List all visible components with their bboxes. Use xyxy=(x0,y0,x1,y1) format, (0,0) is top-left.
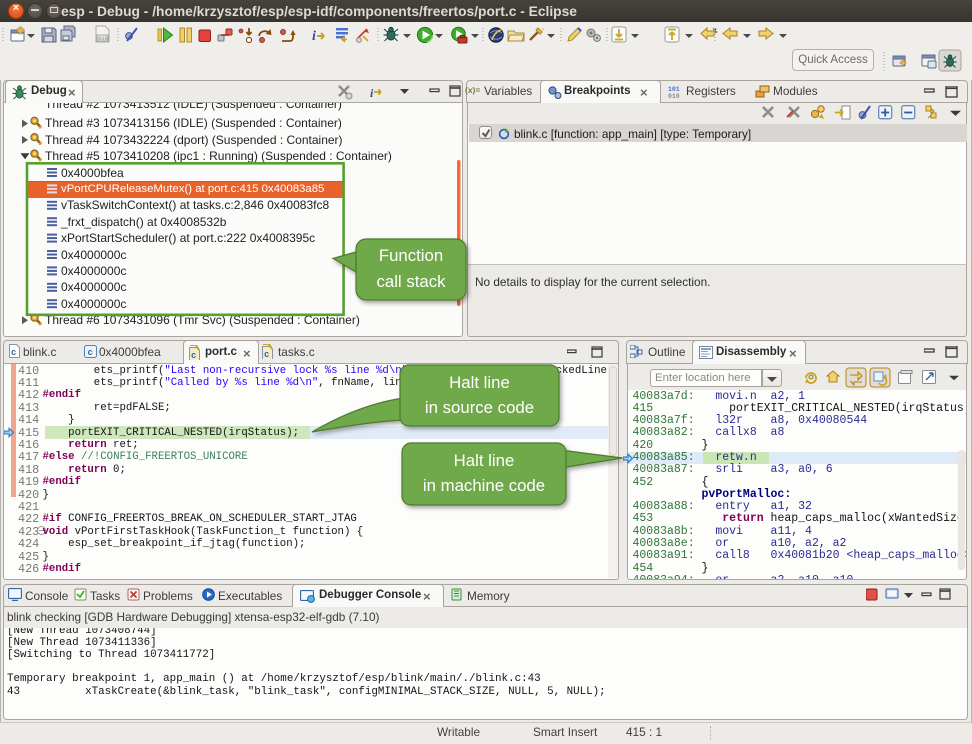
svg-text:c: c xyxy=(88,348,93,358)
svg-text:i: i xyxy=(312,29,316,44)
svg-text:c: c xyxy=(191,351,196,360)
svg-text:101: 101 xyxy=(668,86,680,93)
svg-text:010: 010 xyxy=(98,35,108,42)
svg-text:c: c xyxy=(264,350,269,359)
svg-text:i: i xyxy=(370,86,374,100)
svg-text:010: 010 xyxy=(668,93,680,100)
svg-text:c: c xyxy=(11,348,16,358)
